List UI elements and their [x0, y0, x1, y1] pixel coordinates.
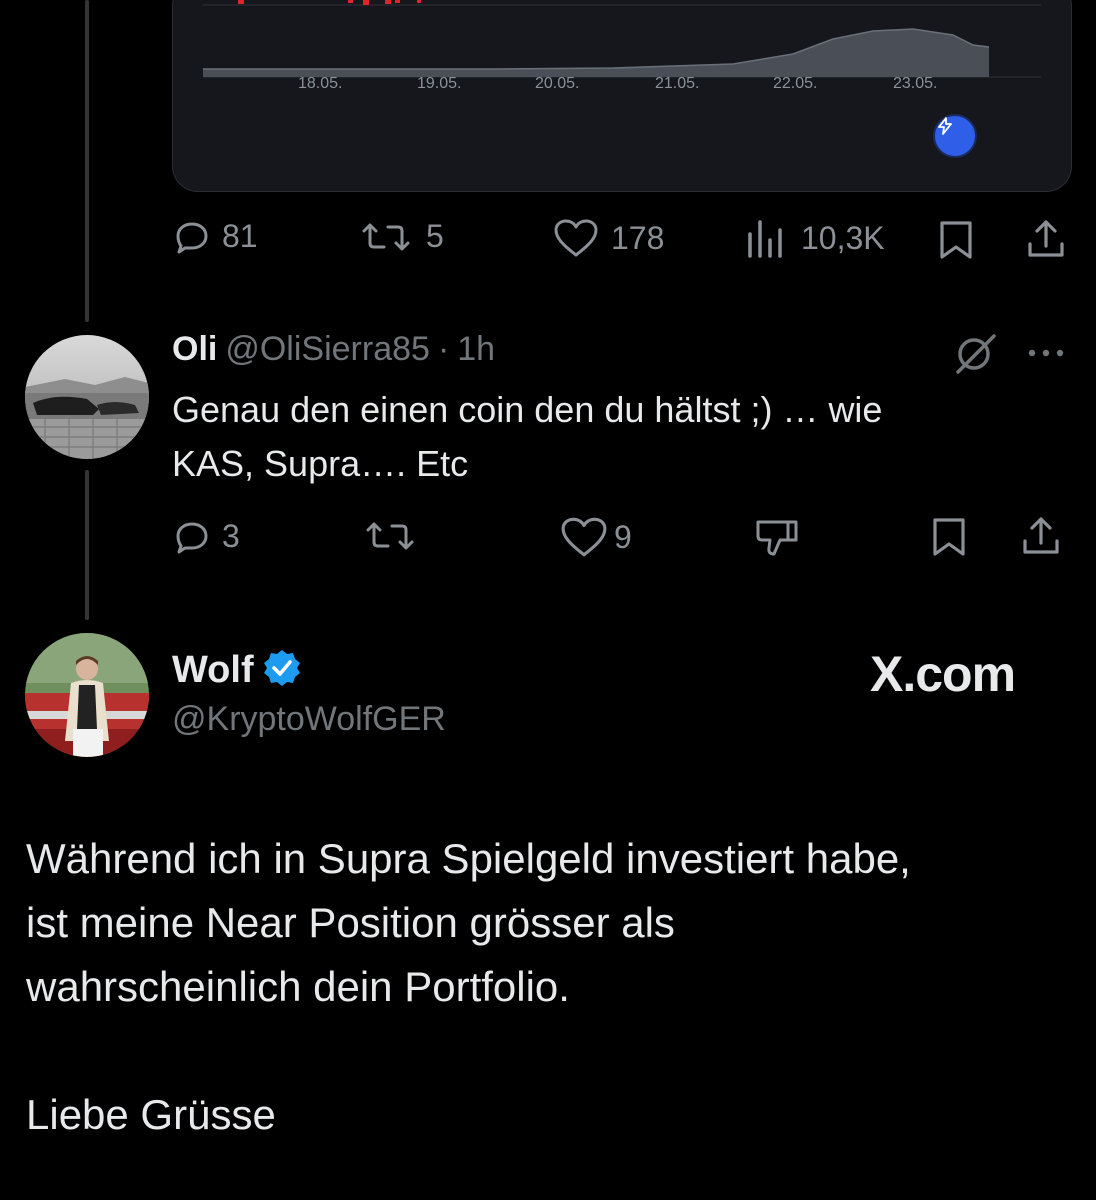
- author-name-row: Wolf: [172, 648, 302, 693]
- brand-logo: X.com: [870, 646, 1016, 702]
- more-icon[interactable]: [1026, 346, 1066, 364]
- price-candle: [385, 0, 391, 4]
- reply-icon: [176, 222, 208, 253]
- share-button[interactable]: [1020, 515, 1062, 557]
- x-tick-label: 22.05.: [773, 75, 818, 92]
- display-name[interactable]: Oli: [172, 330, 217, 369]
- handle[interactable]: @OliSierra85: [225, 330, 430, 369]
- reply-count: 3: [222, 518, 240, 554]
- bolt-icon[interactable]: [933, 114, 977, 158]
- bookmark-icon: [940, 221, 972, 259]
- separator: ·: [437, 330, 450, 368]
- reply-text-line: Genau den einen coin den du hältst ;) … …: [172, 389, 883, 430]
- grok-icon[interactable]: [952, 330, 998, 381]
- reply-header: Oli @OliSierra85 · 1h: [172, 330, 495, 369]
- post-text: Während ich in Supra Spielgeld investier…: [26, 827, 1066, 1147]
- like-icon: [561, 517, 607, 557]
- post-text-line: Während ich in Supra Spielgeld investier…: [26, 835, 911, 882]
- bookmark-button[interactable]: [930, 517, 968, 557]
- price-candle: [363, 0, 369, 5]
- thread-line-top: [85, 0, 89, 322]
- like-button[interactable]: 9: [560, 516, 632, 558]
- views-button[interactable]: 10,3K: [745, 218, 885, 258]
- post-text-line: wahrscheinlich dein Portfolio.: [26, 963, 570, 1010]
- thread-line-middle: [85, 470, 89, 620]
- volume-area: [203, 29, 989, 77]
- bookmark-button[interactable]: [937, 220, 975, 260]
- post-text-line: Liebe Grüsse: [26, 1091, 276, 1138]
- reply-button[interactable]: 81: [174, 218, 258, 255]
- avatar[interactable]: [25, 633, 149, 757]
- verified-badge-icon: [262, 648, 302, 693]
- like-icon: [554, 219, 598, 257]
- reply-text: Genau den einen coin den du hältst ;) … …: [172, 383, 1052, 491]
- like-button[interactable]: 178: [553, 218, 664, 258]
- post-text-line: ist meine Near Position grösser als: [26, 899, 675, 946]
- like-count: 9: [614, 518, 632, 555]
- dislike-button[interactable]: [752, 516, 802, 560]
- repost-icon: [366, 522, 414, 550]
- reply-text-line: KAS, Supra…. Etc: [172, 443, 469, 484]
- share-icon: [1028, 220, 1064, 257]
- like-count: 178: [611, 219, 665, 256]
- chart-plot: [203, 0, 1041, 78]
- avatar[interactable]: [25, 335, 149, 459]
- repost-button[interactable]: [362, 518, 418, 554]
- share-icon: [1023, 517, 1059, 554]
- x-tick-label: 21.05.: [655, 75, 700, 92]
- reply-count: 81: [222, 218, 258, 254]
- dislike-icon: [756, 520, 798, 556]
- reply-button[interactable]: 3: [174, 518, 240, 555]
- chart-card[interactable]: 18.05. 19.05. 20.05. 21.05. 22.05. 23.05…: [172, 0, 1072, 192]
- repost-count: 5: [426, 218, 444, 254]
- price-candle: [348, 0, 353, 3]
- handle[interactable]: @KryptoWolfGER: [172, 700, 446, 739]
- views-icon: [748, 220, 782, 258]
- timestamp[interactable]: 1h: [457, 330, 495, 369]
- bookmark-icon: [933, 518, 965, 556]
- repost-button[interactable]: 5: [358, 218, 444, 255]
- price-candle: [238, 0, 244, 4]
- display-name[interactable]: Wolf: [172, 649, 254, 692]
- x-tick-label: 19.05.: [417, 75, 462, 92]
- views-count: 10,3K: [801, 219, 885, 256]
- x-tick-label: 20.05.: [535, 75, 580, 92]
- repost-icon: [362, 223, 410, 250]
- share-button[interactable]: [1025, 218, 1067, 260]
- price-candle: [417, 0, 421, 3]
- x-tick-label: 23.05.: [893, 75, 938, 92]
- x-tick-label: 18.05.: [298, 75, 343, 92]
- reply-icon: [176, 522, 208, 553]
- price-candle: [395, 0, 400, 3]
